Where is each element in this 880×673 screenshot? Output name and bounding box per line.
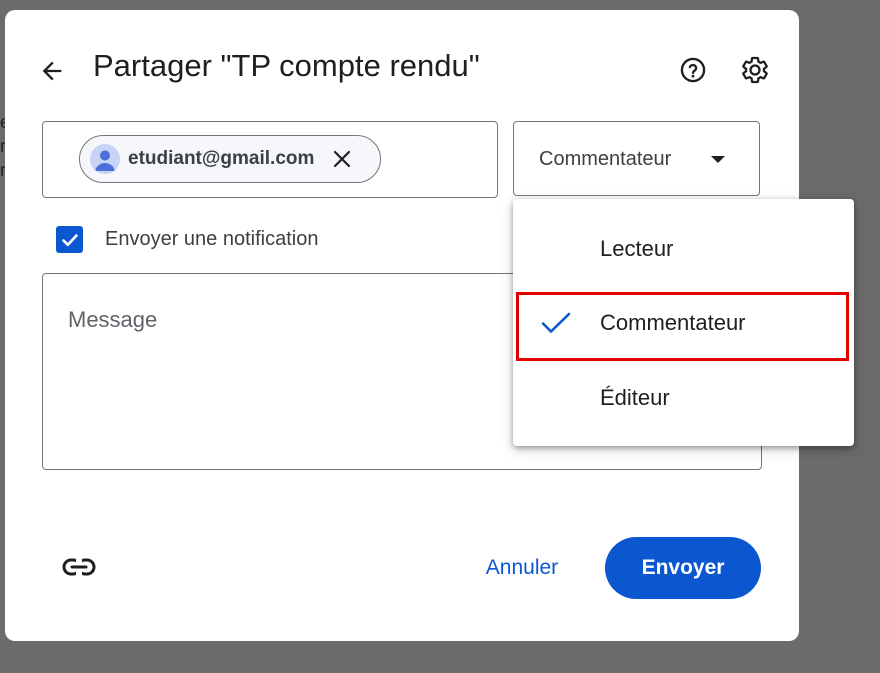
remove-recipient-button[interactable] <box>330 147 354 171</box>
role-option-commentateur[interactable]: Commentateur <box>513 293 854 353</box>
role-option-lecteur[interactable]: Lecteur <box>513 218 854 280</box>
gear-icon <box>742 56 768 84</box>
role-menu: Lecteur Commentateur Éditeur <box>513 199 854 446</box>
notification-checkbox[interactable] <box>56 226 83 253</box>
settings-button[interactable] <box>737 52 773 88</box>
help-button[interactable] <box>675 52 711 88</box>
message-placeholder: Message <box>68 307 158 332</box>
checkmark-icon <box>61 233 78 246</box>
arrow-left-icon <box>42 61 62 81</box>
people-input-field[interactable]: etudiant@gmail.com <box>42 121 498 198</box>
cancel-button[interactable]: Annuler <box>473 548 571 588</box>
help-circle-icon <box>680 57 706 83</box>
role-dropdown[interactable]: Commentateur <box>513 121 760 196</box>
caret-down-icon <box>711 156 725 163</box>
notification-label: Envoyer une notification <box>105 228 319 250</box>
role-dropdown-value: Commentateur <box>539 148 672 170</box>
copy-link-button[interactable] <box>60 550 98 584</box>
person-avatar-icon <box>90 144 120 174</box>
close-icon <box>334 150 351 168</box>
recipient-email: etudiant@gmail.com <box>128 148 315 169</box>
send-button[interactable]: Envoyer <box>605 537 761 599</box>
back-button[interactable] <box>35 54 69 88</box>
recipient-chip[interactable]: etudiant@gmail.com <box>79 135 381 183</box>
dialog-title: Partager "TP compte rendu" <box>93 48 480 83</box>
role-option-label: Commentateur <box>600 310 746 335</box>
role-option-editeur[interactable]: Éditeur <box>513 367 854 429</box>
link-icon <box>62 558 96 576</box>
role-option-label: Lecteur <box>600 236 674 261</box>
checkmark-icon <box>541 311 571 335</box>
role-option-label: Éditeur <box>600 385 670 410</box>
